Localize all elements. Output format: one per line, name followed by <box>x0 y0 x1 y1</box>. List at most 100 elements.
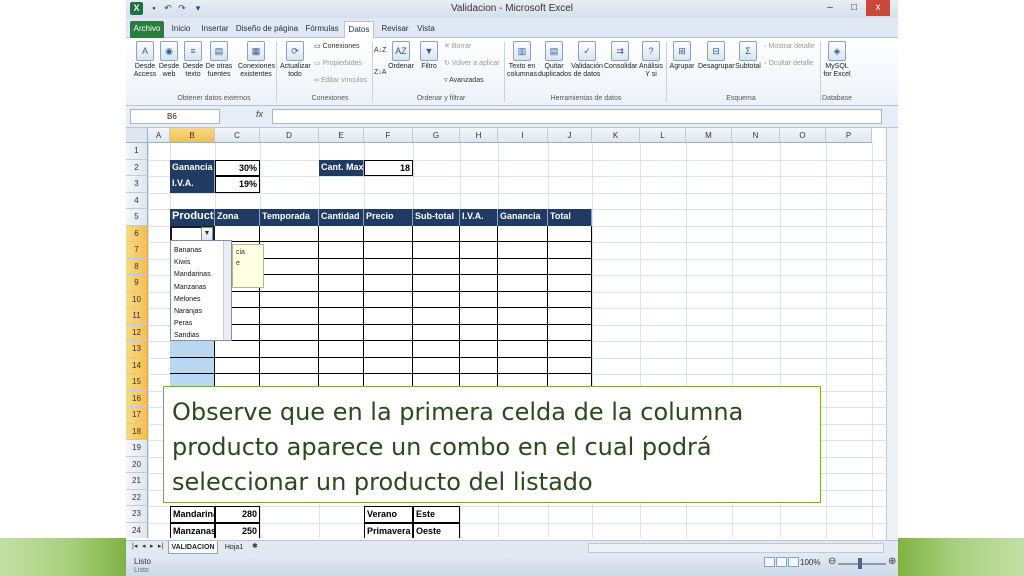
table-header-5[interactable]: Sub-total <box>413 209 460 226</box>
mysql-button[interactable]: ◈ MySQL for Excel <box>822 41 852 93</box>
cell-c3[interactable]: 19% <box>215 176 260 193</box>
table-cell[interactable] <box>413 291 460 308</box>
table-cell[interactable] <box>260 308 319 325</box>
table-cell[interactable] <box>319 242 364 259</box>
quitar-duplicados-button[interactable]: ▤ Quitar duplicados <box>538 41 571 93</box>
zoom-out-icon[interactable]: ⊖ <box>828 556 836 567</box>
conexiones-existentes-button[interactable]: ▦ Conexiones existentes <box>238 41 275 93</box>
table-header-6[interactable]: I.V.A. <box>460 209 498 226</box>
table-cell[interactable] <box>413 225 460 242</box>
table-cell[interactable] <box>460 324 498 341</box>
select-all-corner[interactable] <box>126 128 148 143</box>
table-cell[interactable] <box>215 341 260 358</box>
table-cell[interactable] <box>548 341 592 358</box>
cell-g23[interactable]: Este <box>413 506 460 523</box>
table-cell[interactable] <box>364 291 413 308</box>
desde-texto-button[interactable]: ≡ Desde texto <box>180 41 206 93</box>
texto-columnas-button[interactable]: ▥ Texto en columnas <box>506 41 538 93</box>
table-cell[interactable] <box>413 275 460 292</box>
row-header-17[interactable]: 17 <box>126 407 148 424</box>
table-cell[interactable] <box>498 308 548 325</box>
minimize-button[interactable]: – <box>818 0 842 16</box>
new-sheet-icon[interactable]: ✱ <box>252 542 258 550</box>
sort-az-icon[interactable]: A↓Z <box>374 46 386 56</box>
close-button[interactable]: x <box>866 0 890 16</box>
column-header-n[interactable]: N <box>732 128 780 143</box>
table-cell[interactable] <box>498 291 548 308</box>
row-header-14[interactable]: 14 <box>126 357 148 374</box>
table-cell[interactable] <box>215 357 260 374</box>
dropdown-item[interactable]: Peras <box>174 318 192 330</box>
sheet-tab-validacion[interactable]: VALIDACION <box>168 541 218 554</box>
table-cell[interactable] <box>413 341 460 358</box>
conexiones-command[interactable]: ▭ Conexiones <box>314 42 360 52</box>
table-cell[interactable] <box>413 258 460 275</box>
table-cell[interactable] <box>460 225 498 242</box>
dropdown-item[interactable]: Manzanas <box>174 282 206 294</box>
zoom-slider-thumb[interactable] <box>858 558 862 569</box>
column-header-c[interactable]: C <box>215 128 260 143</box>
row-header-7[interactable]: 7 <box>126 242 148 259</box>
row-header-15[interactable]: 15 <box>126 374 148 391</box>
cell-g24[interactable]: Oeste <box>413 522 460 538</box>
table-header-7[interactable]: Ganancia <box>498 209 548 226</box>
next-sheet-icon[interactable]: ▸ <box>150 542 154 550</box>
table-cell[interactable] <box>498 357 548 374</box>
tab-inicio[interactable]: Inicio <box>166 21 196 38</box>
tab-formulas[interactable]: Fórmulas <box>302 21 342 38</box>
table-cell[interactable] <box>170 357 215 374</box>
table-header-0[interactable]: Productos <box>170 209 215 226</box>
table-cell[interactable] <box>319 308 364 325</box>
table-cell[interactable] <box>460 357 498 374</box>
row-header-19[interactable]: 19 <box>126 440 148 457</box>
table-cell[interactable] <box>319 341 364 358</box>
avanzadas-command[interactable]: ▿ Avanzadas <box>444 76 484 86</box>
table-cell[interactable] <box>498 242 548 259</box>
table-header-2[interactable]: Temporada <box>260 209 319 226</box>
column-header-e[interactable]: E <box>319 128 364 143</box>
column-header-i[interactable]: I <box>498 128 548 143</box>
column-header-k[interactable]: K <box>592 128 640 143</box>
cell-c2[interactable]: 30% <box>215 159 260 176</box>
prev-sheet-icon[interactable]: ◂ <box>142 542 146 550</box>
dropdown-list[interactable]: Bananas Kiwis Mandarinas Manzanas Melones Nar… <box>170 240 232 341</box>
sheet-tab-hoja1[interactable]: Hoja1 <box>220 541 248 554</box>
editar-vinculos-command[interactable]: ∞ Editar vínculos <box>314 76 367 86</box>
table-cell[interactable] <box>364 357 413 374</box>
table-cell[interactable] <box>498 258 548 275</box>
cell-b24[interactable]: Manzanas <box>170 522 215 538</box>
dropdown-scrollbar[interactable] <box>223 241 231 340</box>
table-cell[interactable] <box>548 357 592 374</box>
table-cell[interactable] <box>413 242 460 259</box>
maximize-button[interactable]: □ <box>842 0 866 16</box>
column-header-d[interactable]: D <box>260 128 319 143</box>
table-cell[interactable] <box>364 341 413 358</box>
table-cell[interactable] <box>413 308 460 325</box>
table-cell[interactable] <box>170 341 215 358</box>
row-header-12[interactable]: 12 <box>126 324 148 341</box>
table-cell[interactable] <box>260 242 319 259</box>
formula-input[interactable] <box>272 109 882 124</box>
column-header-h[interactable]: H <box>460 128 498 143</box>
tab-vista[interactable]: Vista <box>414 21 438 38</box>
row-header-20[interactable]: 20 <box>126 456 148 473</box>
subtotal-button[interactable]: Σ Subtotal <box>734 41 762 93</box>
column-header-j[interactable]: J <box>548 128 592 143</box>
table-cell[interactable] <box>460 258 498 275</box>
vertical-scrollbar[interactable] <box>886 128 898 540</box>
cell-f24[interactable]: Primavera <box>364 522 413 538</box>
dropdown-item[interactable]: Melones <box>174 294 200 306</box>
table-cell[interactable] <box>413 324 460 341</box>
table-header-4[interactable]: Precio <box>364 209 413 226</box>
cell-f23[interactable]: Verano <box>364 506 413 523</box>
filtro-button[interactable]: ▼ Filtro <box>416 41 442 93</box>
table-cell[interactable] <box>413 357 460 374</box>
row-header-11[interactable]: 11 <box>126 308 148 325</box>
table-cell[interactable] <box>319 225 364 242</box>
dropdown-item[interactable]: Kiwis <box>174 257 190 269</box>
cell-c23[interactable]: 280 <box>215 506 260 523</box>
cell-b2[interactable]: Ganancia <box>170 159 215 176</box>
table-cell[interactable] <box>319 324 364 341</box>
table-header-3[interactable]: Cantidad <box>319 209 364 226</box>
table-cell[interactable] <box>548 242 592 259</box>
